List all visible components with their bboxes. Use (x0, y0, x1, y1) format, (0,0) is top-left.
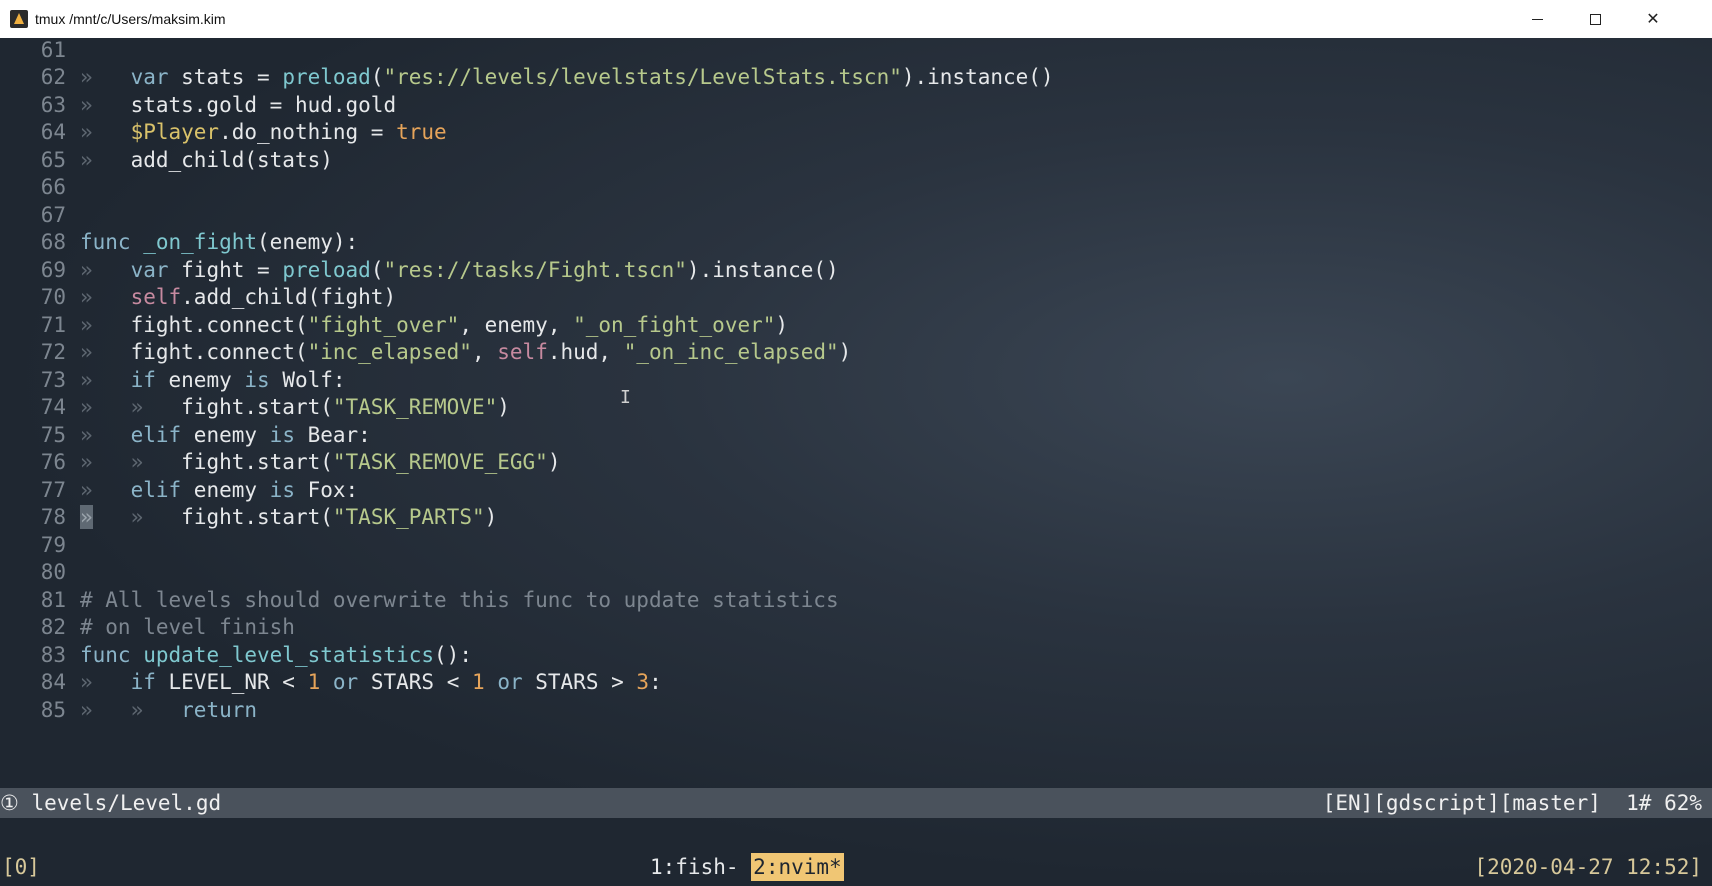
code-line: 72» fight.connect("inc_elapsed", self.hu… (40, 340, 852, 364)
close-icon: ✕ (1646, 11, 1660, 28)
tmux-clock: [2020-04-27 12:52] (1474, 855, 1702, 879)
code-line: 74» » fight.start("TASK_REMOVE") (40, 395, 510, 419)
code-line: 65» add_child(stats) (40, 148, 333, 172)
mouse-ibeam-cursor: I (620, 387, 631, 408)
minimize-button[interactable] (1508, 0, 1566, 38)
tmux-window-fish[interactable]: 1:fish- (650, 855, 739, 879)
code-line: 84» if LEVEL_NR < 1 or STARS < 1 or STAR… (40, 670, 662, 694)
tmux-window-nvim[interactable]: 2:nvim* (751, 853, 844, 881)
text-cursor: » (80, 505, 93, 529)
window-titlebar[interactable]: tmux /mnt/c/Users/maksim.kim ✕ (0, 0, 1712, 39)
close-button[interactable]: ✕ (1624, 0, 1682, 38)
code-line: 83 func update_level_statistics(): (40, 643, 472, 667)
code-editor[interactable]: 61 62» var stats = preload("res://levels… (0, 38, 1712, 788)
code-line: 79 (40, 533, 66, 557)
code-line: 69» var fight = preload("res://tasks/Fig… (40, 258, 839, 282)
code-line: 85» » return (40, 698, 258, 722)
code-line: 61 (40, 38, 66, 62)
maximize-button[interactable] (1566, 0, 1624, 38)
code-line: 71» fight.connect("fight_over", enemy, "… (40, 313, 789, 337)
code-line: 67 (40, 203, 66, 227)
status-info: [EN][gdscript][master] 1# 62% (1322, 791, 1702, 815)
code-line: 77» elif enemy is Fox: (40, 478, 359, 502)
status-filename: ① levels/Level.gd (0, 791, 222, 815)
code-line: 62» var stats = preload("res://levels/le… (40, 65, 1054, 89)
minimize-icon (1531, 18, 1543, 20)
code-line: 63» stats.gold = hud.gold (40, 93, 397, 117)
tmux-session: [0] (2, 855, 40, 879)
window-title: tmux /mnt/c/Users/maksim.kim (35, 11, 226, 27)
tmux-window-list: 1:fish- 2:nvim* (650, 848, 844, 886)
code-line: 70» self.add_child(fight) (40, 285, 397, 309)
code-line: 81 # All levels should overwrite this fun… (40, 588, 839, 612)
terminal-area[interactable]: 61 62» var stats = preload("res://levels… (0, 38, 1712, 886)
code-line: 82 # on level finish (40, 615, 295, 639)
code-line: 80 (40, 560, 66, 584)
code-line: 68 func _on_fight(enemy): (40, 230, 359, 254)
code-line: 76» » fight.start("TASK_REMOVE_EGG") (40, 450, 561, 474)
terminal-app-icon (10, 10, 28, 28)
code-line: 66 (40, 175, 66, 199)
vim-statusline: ① levels/Level.gd [EN][gdscript][master]… (0, 788, 1712, 818)
maximize-icon (1589, 13, 1601, 25)
code-line: 73» if enemy is Wolf: (40, 368, 346, 392)
tmux-statusbar: [0] 1:fish- 2:nvim* [2020-04-27 12:52] (0, 848, 1712, 886)
code-line: 75» elif enemy is Bear: (40, 423, 371, 447)
code-line: 64» $Player.do_nothing = true (40, 120, 447, 144)
code-line: 78» » fight.start("TASK_PARTS") (40, 505, 498, 529)
